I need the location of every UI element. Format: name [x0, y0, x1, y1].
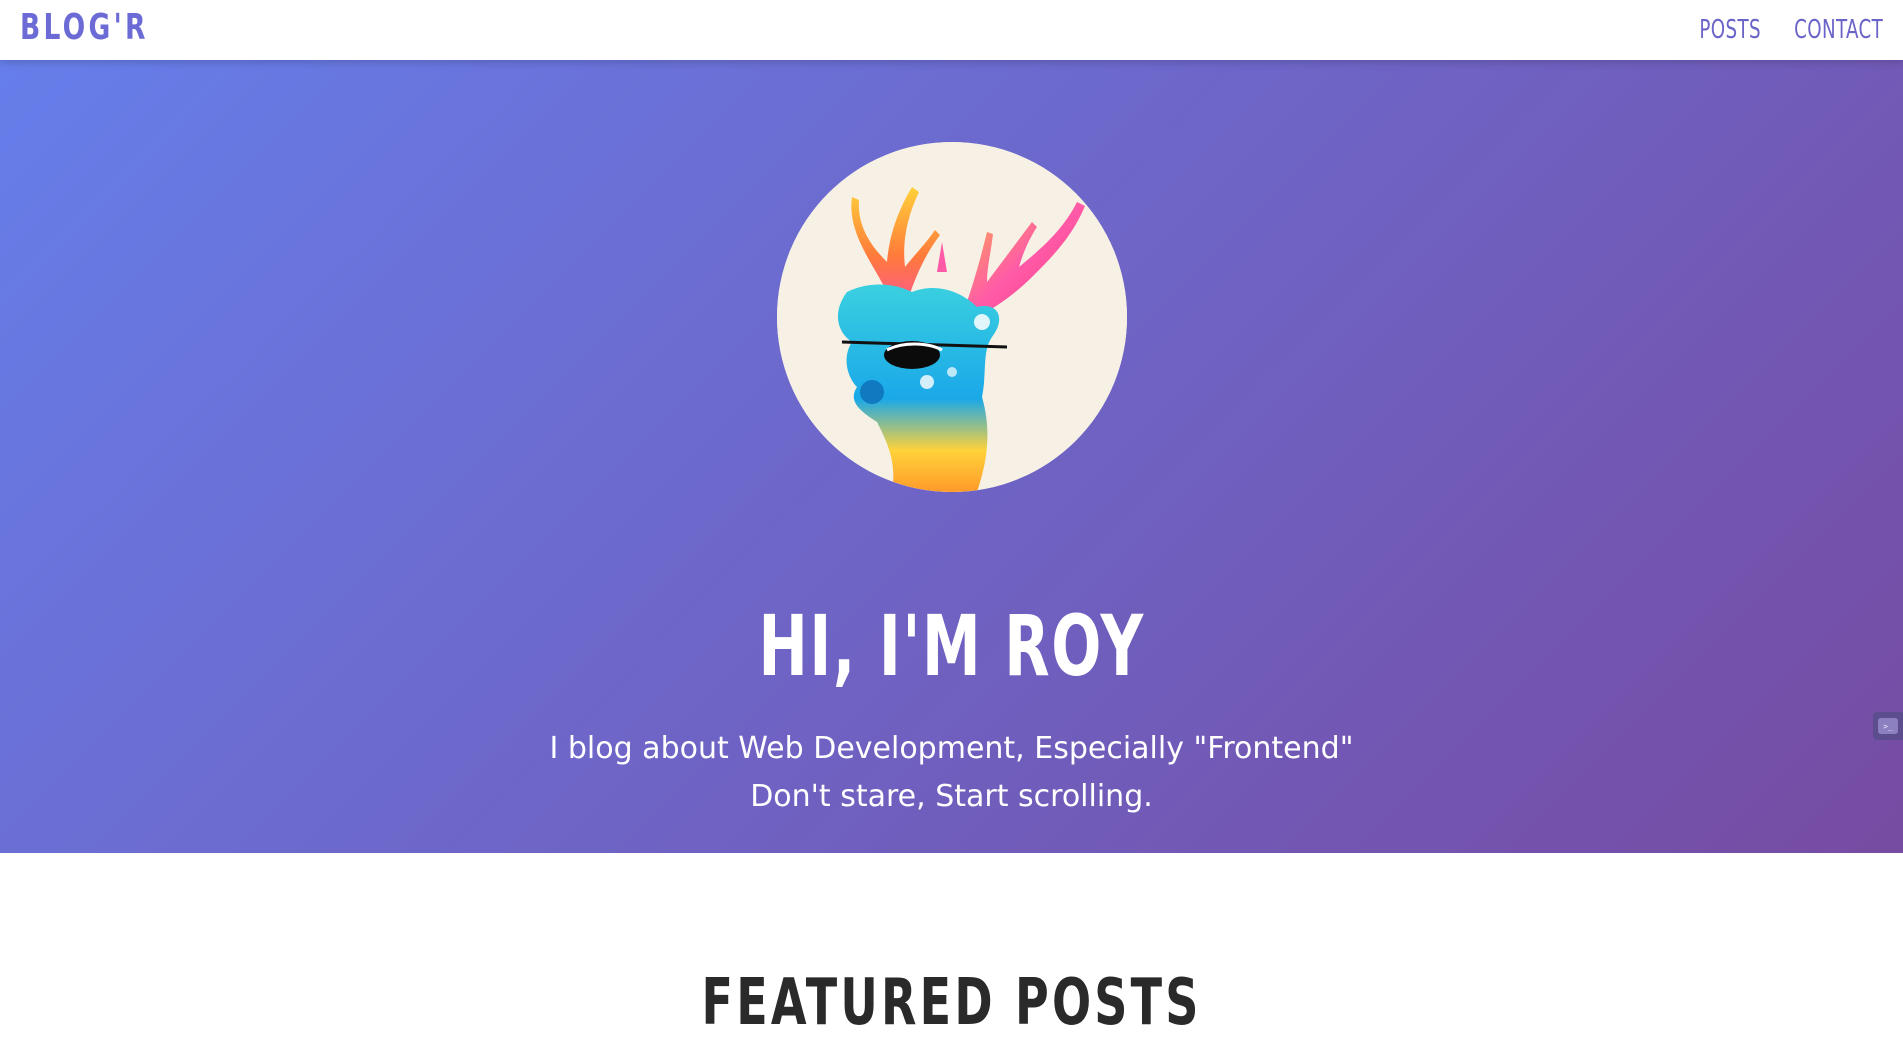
featured-posts-heading-text: FEATURED POSTS	[701, 966, 1202, 1041]
hero-section: HI, I'M ROY I blog about Web Development…	[0, 60, 1903, 853]
site-logo[interactable]: BLOG'R	[20, 6, 149, 50]
nav-links: POSTS CONTACT	[1682, 0, 1883, 60]
widget-icon: >_	[1878, 718, 1898, 734]
side-toggle-button[interactable]: >_	[1873, 712, 1903, 740]
navbar: BLOG'R POSTS CONTACT	[0, 0, 1903, 60]
nav-link-contact[interactable]: CONTACT	[1794, 15, 1883, 45]
featured-posts-heading: FEATURED POSTS	[0, 963, 1903, 1043]
deer-avatar-icon	[777, 142, 1127, 492]
hero-subtitle-line1: I blog about Web Development, Especially…	[549, 731, 1354, 766]
hero-subtitle-line2: Don't stare, Start scrolling.	[750, 779, 1153, 814]
hero-title: HI, I'M ROY	[0, 596, 1903, 696]
hero-title-text: HI, I'M ROY	[758, 597, 1145, 696]
nav-link-posts[interactable]: POSTS	[1699, 15, 1761, 45]
